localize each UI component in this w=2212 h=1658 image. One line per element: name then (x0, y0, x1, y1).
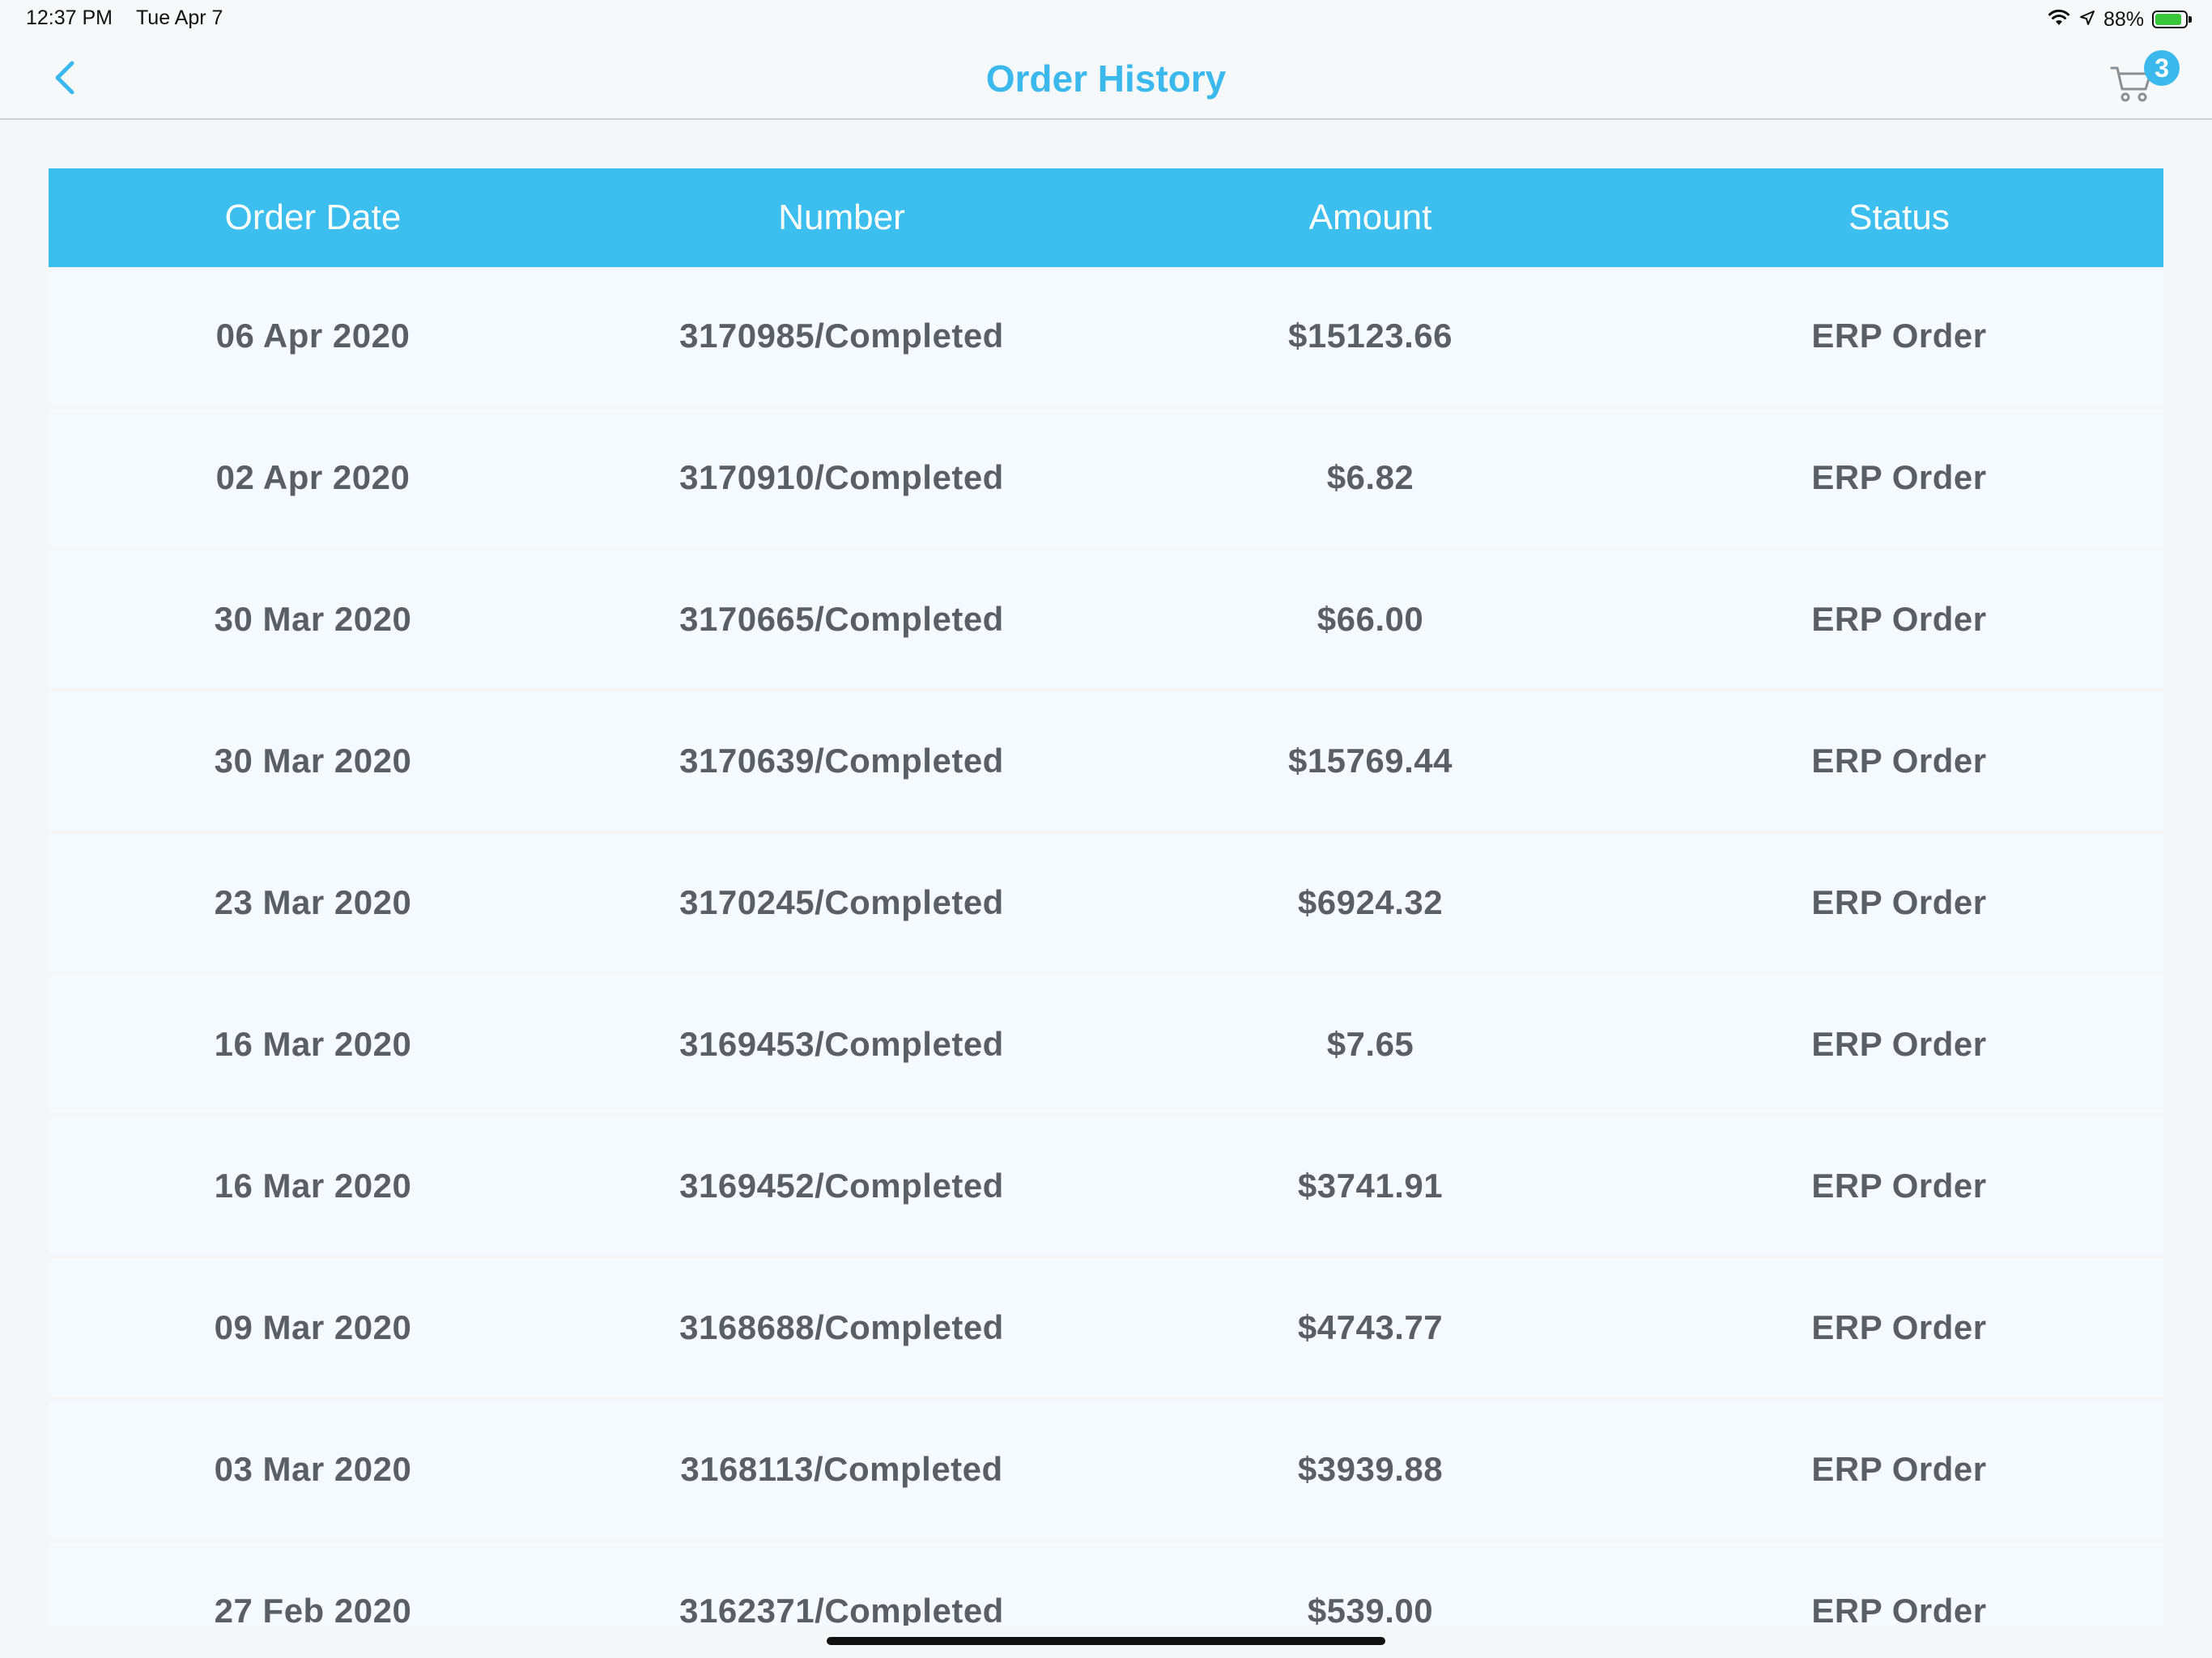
order-date-cell: 23 Mar 2020 (214, 883, 412, 921)
table-row[interactable]: 23 Mar 2020 3170245/Completed $6924.32 ERP … (49, 834, 2163, 971)
order-number-cell: 3168688/Completed (679, 1308, 1004, 1346)
battery-cap (2189, 16, 2192, 23)
table-row[interactable]: 30 Mar 2020 3170665/Completed $66.00 ERP Or… (49, 551, 2163, 688)
order-amount-cell: $6924.32 (1297, 883, 1444, 921)
table-row[interactable]: 09 Mar 2020 3168688/Completed $4743.77 ERP … (49, 1259, 2163, 1397)
status-right: 88% (2047, 5, 2192, 34)
order-date-cell: 16 Mar 2020 (214, 1025, 412, 1063)
order-number-cell: 3170665/Completed (679, 600, 1004, 638)
order-status-cell: ERP Order (1811, 1025, 1987, 1063)
order-date-cell: 30 Mar 2020 (214, 742, 412, 780)
order-amount-cell: $15769.44 (1287, 742, 1453, 780)
table-row[interactable]: 03 Mar 2020 3168113/Completed $3939.88 ERP … (49, 1401, 2163, 1538)
column-header-order-date: Order Date (224, 198, 402, 237)
status-date: Tue Apr 7 (135, 6, 223, 29)
order-status-cell: ERP Order (1811, 1450, 1987, 1488)
battery-fill (2155, 14, 2181, 25)
order-date-cell: 06 Apr 2020 (215, 317, 410, 355)
wifi-icon (2047, 7, 2071, 32)
orders-table: Order Date Number Amount Status 06 Apr 2020… (49, 168, 2163, 1626)
order-number-cell: 3168113/Completed (680, 1450, 1003, 1488)
order-amount-cell: $15123.66 (1287, 317, 1453, 355)
column-header-status: Status (1848, 198, 1950, 237)
table-body: 06 Apr 2020 3170985/Completed $15123.66 ERP… (49, 267, 2163, 1626)
order-date-cell: 02 Apr 2020 (215, 458, 410, 496)
order-number-cell: 3169453/Completed (679, 1025, 1004, 1063)
order-amount-cell: $539.00 (1307, 1592, 1434, 1626)
status-left: 12:37 PM Tue Apr 7 (26, 6, 223, 30)
order-number-cell: 3170910/Completed (679, 458, 1004, 496)
order-amount-cell: $6.82 (1326, 458, 1414, 496)
order-status-cell: ERP Order (1811, 600, 1987, 638)
order-status-cell: ERP Order (1811, 883, 1987, 921)
status-bar: 12:37 PM Tue Apr 7 88% (0, 0, 2212, 39)
order-date-cell: 03 Mar 2020 (214, 1450, 412, 1488)
order-amount-cell: $3939.88 (1297, 1450, 1444, 1488)
table-row[interactable]: 06 Apr 2020 3170985/Completed $15123.66 ERP… (49, 267, 2163, 405)
column-header-number: Number (778, 198, 905, 237)
table-header: Order Date Number Amount Status (49, 168, 2163, 267)
order-status-cell: ERP Order (1811, 1167, 1987, 1205)
table-row[interactable]: 30 Mar 2020 3170639/Completed $15769.44 ERP… (49, 692, 2163, 830)
order-date-cell: 09 Mar 2020 (214, 1308, 412, 1346)
order-number-cell: 3170245/Completed (679, 883, 1004, 921)
order-status-cell: ERP Order (1811, 1308, 1987, 1346)
order-amount-cell: $7.65 (1326, 1025, 1414, 1063)
order-amount-cell: $3741.91 (1297, 1167, 1444, 1205)
status-time: 12:37 PM (26, 6, 113, 29)
order-number-cell: 3162371/Completed (679, 1592, 1004, 1626)
table-row[interactable]: 16 Mar 2020 3169452/Completed $3741.91 ERP … (49, 1117, 2163, 1255)
column-header-amount: Amount (1308, 198, 1432, 237)
order-date-cell: 30 Mar 2020 (214, 600, 412, 638)
order-number-cell: 3170985/Completed (679, 317, 1004, 355)
order-status-cell: ERP Order (1811, 742, 1987, 780)
location-arrow-icon (2079, 8, 2095, 32)
order-number-cell: 3170639/Completed (679, 742, 1004, 780)
cart-button[interactable]: 3 (2102, 50, 2180, 112)
table-row[interactable]: 16 Mar 2020 3169453/Completed $7.65 ERP Ord… (49, 976, 2163, 1113)
order-amount-cell: $66.00 (1317, 600, 1424, 638)
battery-percent: 88% (2103, 7, 2144, 31)
order-status-cell: ERP Order (1811, 458, 1987, 496)
page-title: Order History (985, 57, 1227, 100)
battery-icon (2152, 11, 2192, 28)
order-date-cell: 27 Feb 2020 (214, 1592, 412, 1626)
order-status-cell: ERP Order (1811, 317, 1987, 355)
order-status-cell: ERP Order (1811, 1592, 1987, 1626)
table-row[interactable]: 02 Apr 2020 3170910/Completed $6.82 ERP Ord… (49, 409, 2163, 546)
table-row[interactable]: 27 Feb 2020 3162371/Completed $539.00 ERP O… (49, 1542, 2163, 1626)
order-date-cell: 16 Mar 2020 (214, 1167, 412, 1205)
order-amount-cell: $4743.77 (1297, 1308, 1444, 1346)
navigation-bar: Order History 3 (0, 39, 2212, 120)
order-number-cell: 3169452/Completed (679, 1167, 1004, 1205)
home-indicator[interactable] (827, 1637, 1385, 1645)
cart-count-badge: 3 (2144, 50, 2180, 86)
